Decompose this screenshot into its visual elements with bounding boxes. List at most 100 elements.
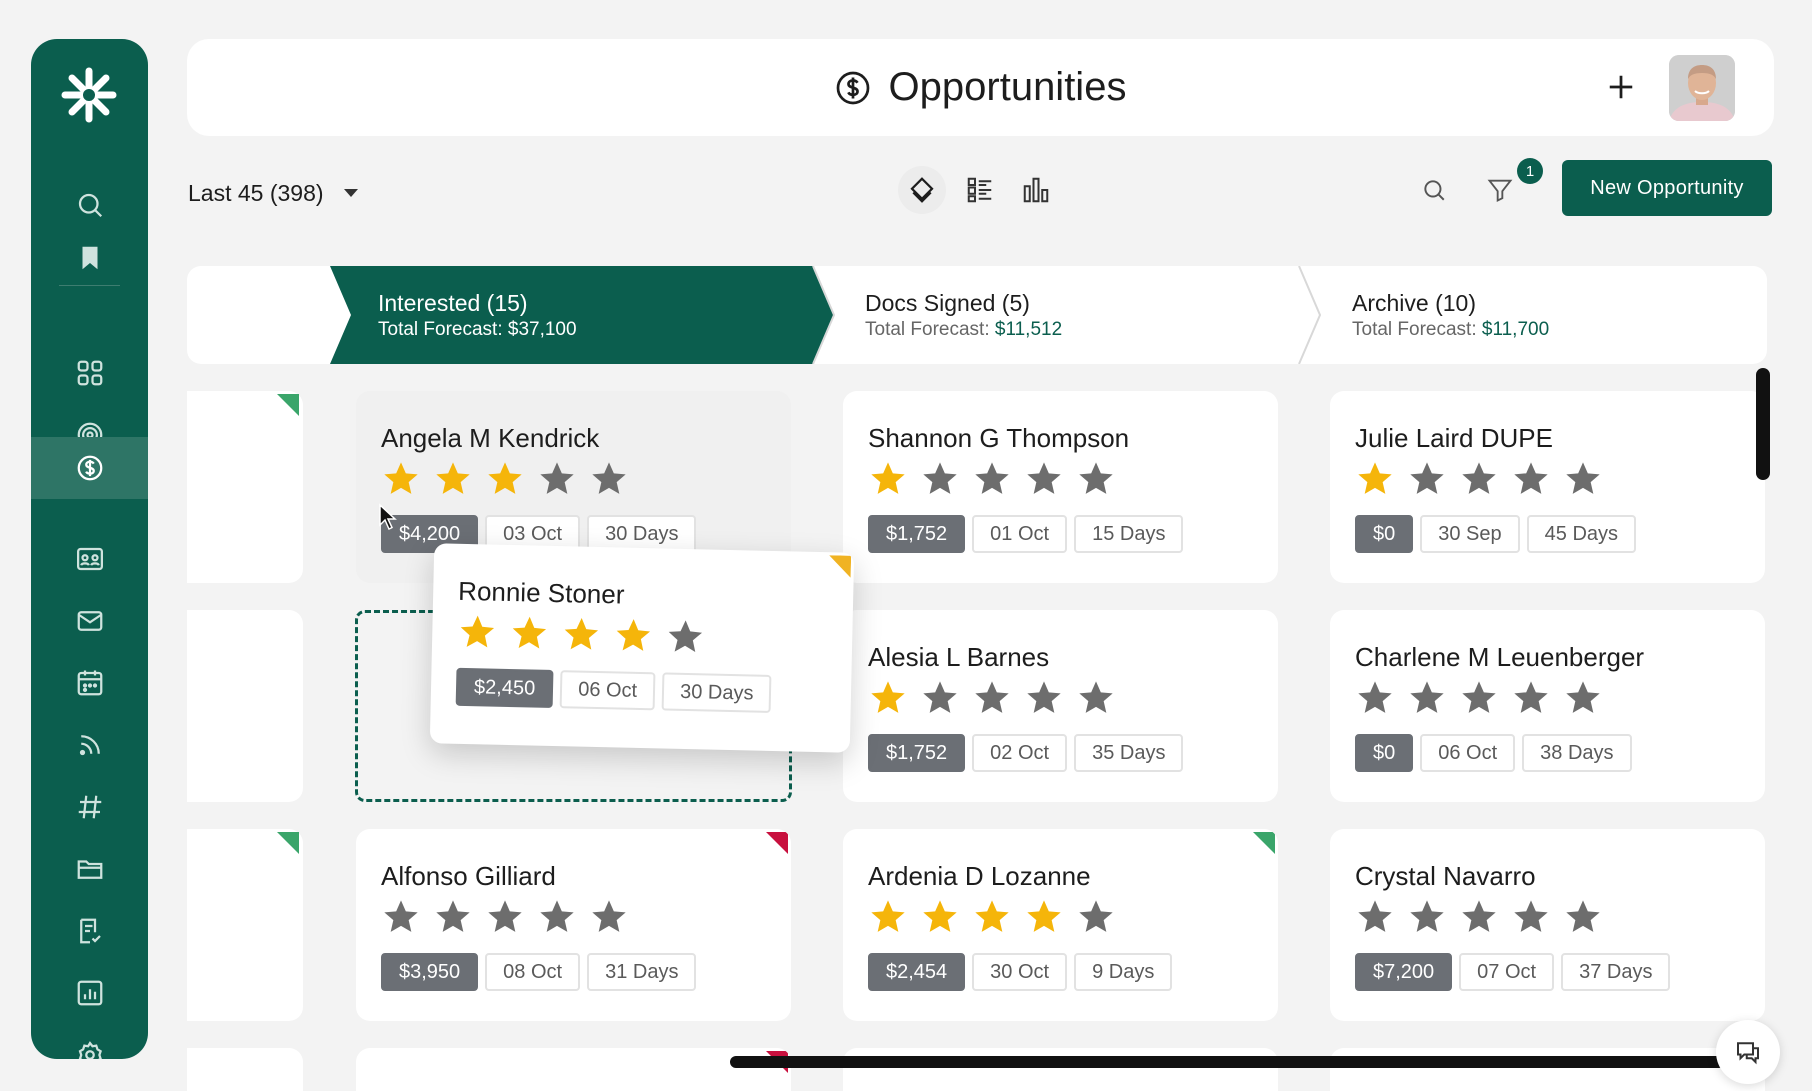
star-icon[interactable] bbox=[972, 897, 1012, 937]
horizontal-scrollbar[interactable] bbox=[730, 1056, 1725, 1068]
star-icon[interactable] bbox=[972, 459, 1012, 499]
star-icon[interactable] bbox=[485, 897, 525, 937]
view-list-button[interactable] bbox=[956, 166, 1004, 214]
search-button[interactable] bbox=[1414, 170, 1454, 210]
partial-card[interactable] bbox=[187, 610, 303, 802]
stage-docs-signed[interactable]: Docs Signed (5) Total Forecast: $11,512 bbox=[865, 290, 1062, 341]
star-icon[interactable] bbox=[381, 459, 421, 499]
stage-interested[interactable]: Interested (15) Total Forecast: $37,100 bbox=[378, 290, 577, 341]
star-icon[interactable] bbox=[1407, 678, 1447, 718]
partial-card[interactable] bbox=[187, 391, 303, 583]
star-icon[interactable] bbox=[613, 615, 654, 656]
opportunity-card[interactable]: Ardenia D Lozanne $2,454 30 Oct 9 Days bbox=[843, 829, 1278, 1021]
stage-archive[interactable]: Archive (10) Total Forecast: $11,700 bbox=[1352, 290, 1549, 341]
nav-feed[interactable] bbox=[31, 715, 148, 775]
star-icon[interactable] bbox=[1459, 897, 1499, 937]
view-chart-button[interactable] bbox=[1012, 166, 1060, 214]
star-icon[interactable] bbox=[1024, 897, 1064, 937]
star-icon[interactable] bbox=[1563, 459, 1603, 499]
opportunity-card[interactable] bbox=[356, 1048, 791, 1091]
partial-card[interactable] bbox=[187, 829, 303, 1021]
nav-bookmarks[interactable] bbox=[31, 228, 148, 288]
star-icon[interactable] bbox=[1355, 459, 1395, 499]
user-avatar[interactable] bbox=[1669, 55, 1735, 121]
rating-stars[interactable] bbox=[868, 897, 1116, 937]
star-icon[interactable] bbox=[1024, 459, 1064, 499]
opportunity-card[interactable]: Charlene M Leuenberger $0 06 Oct 38 Days bbox=[1330, 610, 1765, 802]
star-icon[interactable] bbox=[1511, 897, 1551, 937]
star-icon[interactable] bbox=[1459, 678, 1499, 718]
star-icon[interactable] bbox=[1076, 459, 1116, 499]
nav-calendar[interactable] bbox=[31, 653, 148, 713]
star-icon[interactable] bbox=[561, 614, 602, 655]
amount-chip: $7,200 bbox=[1355, 953, 1453, 991]
period-filter-dropdown[interactable]: Last 45 (398) bbox=[188, 176, 358, 210]
add-button[interactable] bbox=[1599, 65, 1643, 109]
rating-stars[interactable] bbox=[457, 612, 706, 658]
star-icon[interactable] bbox=[433, 897, 473, 937]
opportunity-card[interactable]: Alfonso Gilliard $3,950 08 Oct 31 Days bbox=[356, 829, 791, 1021]
rating-stars[interactable] bbox=[1355, 678, 1603, 718]
nav-mail[interactable] bbox=[31, 591, 148, 651]
star-icon[interactable] bbox=[920, 678, 960, 718]
star-icon[interactable] bbox=[1511, 678, 1551, 718]
opportunity-card[interactable]: Alesia L Barnes $1,752 02 Oct 35 Days bbox=[843, 610, 1278, 802]
nav-files[interactable] bbox=[31, 839, 148, 899]
rating-stars[interactable] bbox=[1355, 459, 1603, 499]
star-icon[interactable] bbox=[589, 459, 629, 499]
star-icon[interactable] bbox=[1355, 678, 1395, 718]
star-icon[interactable] bbox=[1355, 897, 1395, 937]
new-opportunity-button[interactable]: New Opportunity bbox=[1562, 160, 1772, 216]
opportunity-card[interactable] bbox=[1330, 1048, 1765, 1091]
star-icon[interactable] bbox=[509, 613, 550, 654]
nav-channels[interactable] bbox=[31, 777, 148, 837]
star-icon[interactable] bbox=[381, 897, 421, 937]
star-icon[interactable] bbox=[1076, 678, 1116, 718]
star-icon[interactable] bbox=[868, 459, 908, 499]
chat-button[interactable] bbox=[1716, 1020, 1780, 1084]
partial-card[interactable] bbox=[187, 1048, 303, 1091]
star-icon[interactable] bbox=[537, 897, 577, 937]
nav-search[interactable] bbox=[31, 175, 148, 235]
opportunity-card[interactable] bbox=[843, 1048, 1278, 1091]
vertical-scrollbar[interactable] bbox=[1756, 368, 1770, 480]
rating-stars[interactable] bbox=[868, 459, 1116, 499]
star-icon[interactable] bbox=[1563, 897, 1603, 937]
star-icon[interactable] bbox=[1563, 678, 1603, 718]
opportunity-card[interactable]: Shannon G Thompson $1,752 01 Oct 15 Days bbox=[843, 391, 1278, 583]
star-icon[interactable] bbox=[1407, 459, 1447, 499]
view-kanban-button[interactable] bbox=[898, 166, 946, 214]
rating-stars[interactable] bbox=[1355, 897, 1603, 937]
nav-settings[interactable] bbox=[31, 1025, 148, 1059]
star-icon[interactable] bbox=[1511, 459, 1551, 499]
star-icon[interactable] bbox=[868, 678, 908, 718]
star-icon[interactable] bbox=[920, 897, 960, 937]
star-icon[interactable] bbox=[972, 678, 1012, 718]
rating-stars[interactable] bbox=[868, 678, 1116, 718]
opportunity-card[interactable]: Crystal Navarro $7,200 07 Oct 37 Days bbox=[1330, 829, 1765, 1021]
nav-tasks[interactable] bbox=[31, 901, 148, 961]
opportunity-card[interactable]: Julie Laird DUPE $0 30 Sep 45 Days bbox=[1330, 391, 1765, 583]
dragged-opportunity-card[interactable]: Ronnie Stoner $2,450 06 Oct 30 Days bbox=[429, 543, 855, 753]
nav-contacts[interactable] bbox=[31, 529, 148, 589]
nav-opportunities[interactable] bbox=[31, 437, 148, 499]
filter-button[interactable] bbox=[1480, 170, 1520, 210]
star-icon[interactable] bbox=[457, 612, 498, 653]
app-logo-icon[interactable] bbox=[57, 63, 121, 127]
star-icon[interactable] bbox=[485, 459, 525, 499]
nav-reports[interactable] bbox=[31, 963, 148, 1023]
card-chips: $0 30 Sep 45 Days bbox=[1355, 515, 1637, 553]
star-icon[interactable] bbox=[665, 617, 706, 658]
star-icon[interactable] bbox=[868, 897, 908, 937]
star-icon[interactable] bbox=[1076, 897, 1116, 937]
star-icon[interactable] bbox=[920, 459, 960, 499]
star-icon[interactable] bbox=[1407, 897, 1447, 937]
nav-dashboard[interactable] bbox=[31, 343, 148, 403]
star-icon[interactable] bbox=[537, 459, 577, 499]
rating-stars[interactable] bbox=[381, 897, 629, 937]
rating-stars[interactable] bbox=[381, 459, 629, 499]
star-icon[interactable] bbox=[1024, 678, 1064, 718]
star-icon[interactable] bbox=[433, 459, 473, 499]
star-icon[interactable] bbox=[589, 897, 629, 937]
star-icon[interactable] bbox=[1459, 459, 1499, 499]
